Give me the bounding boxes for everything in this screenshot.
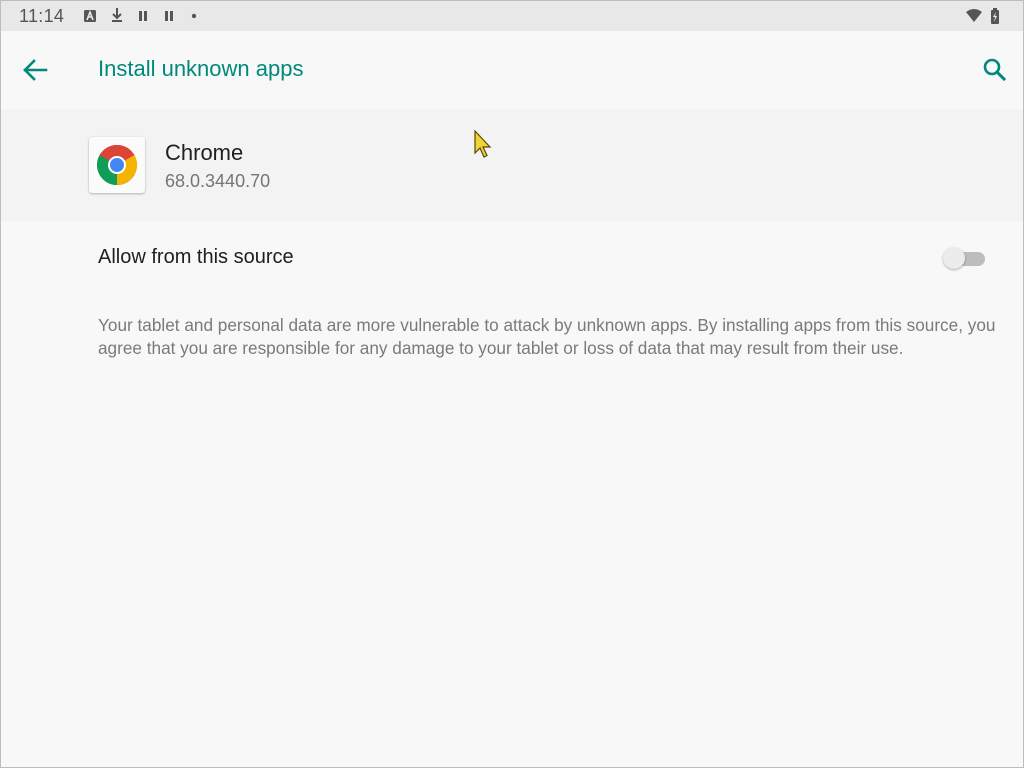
a-box-icon: [84, 9, 96, 22]
chrome-icon: [89, 137, 145, 193]
allow-from-source-label: Allow from this source: [98, 246, 294, 268]
toggle-thumb: [943, 247, 965, 269]
status-bar: 11:14: [1, 1, 1023, 31]
back-button[interactable]: [19, 55, 53, 85]
page-title: Install unknown apps: [98, 56, 304, 81]
system-icons: [965, 7, 1009, 30]
allow-from-source-toggle[interactable]: [943, 246, 987, 270]
mouse-cursor-icon: [474, 130, 492, 158]
app-header: Chrome 68.0.3440.70: [1, 109, 1023, 221]
status-time: 11:14: [19, 6, 65, 26]
search-icon: [983, 58, 1007, 82]
search-button[interactable]: [979, 55, 1011, 85]
app-bar: Install unknown apps: [1, 31, 1023, 109]
dot-icon: [191, 13, 197, 19]
wifi-icon: [966, 9, 982, 22]
warning-text: Your tablet and personal data are more v…: [98, 315, 996, 358]
battery-icon: [991, 8, 999, 24]
wifi-battery-icons: [966, 8, 999, 24]
app-version: 68.0.3440.70: [165, 171, 271, 191]
allow-from-source-row[interactable]: Allow from this source: [1, 221, 1023, 297]
pause-icon: [165, 11, 173, 21]
app-name: Chrome: [165, 140, 244, 165]
settings-screen: 11:14 Install unknown apps Chrome 68.0.3…: [0, 0, 1024, 768]
pause-icon: [139, 11, 147, 21]
download-icon: [112, 8, 122, 22]
arrow-back-icon: [23, 59, 48, 81]
